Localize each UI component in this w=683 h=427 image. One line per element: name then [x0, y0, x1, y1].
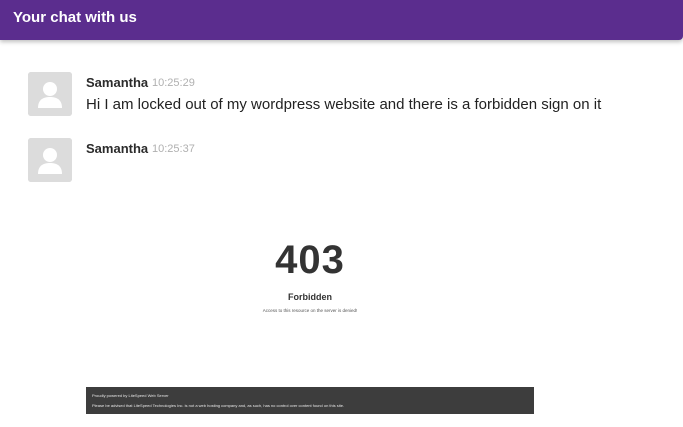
attachment-footer: Proudly powered by LiteSpeed Web Server … — [86, 387, 534, 414]
message-sender: Samantha — [86, 141, 149, 156]
user-silhouette-icon — [28, 138, 72, 182]
attachment-error-code: 403 — [275, 238, 345, 282]
user-silhouette-icon — [28, 72, 72, 116]
attachment-footer-line: Please be advised that LiteSpeed Technol… — [92, 403, 345, 408]
attachment-error-title: Forbidden — [288, 292, 332, 302]
attachment-image[interactable]: 403 Forbidden Access to this resource on… — [86, 165, 534, 414]
message-timestamp: 10:25:37 — [152, 143, 195, 155]
avatar — [28, 72, 72, 116]
message-timestamp: 10:25:29 — [152, 77, 195, 89]
message-sender: Samantha — [86, 75, 149, 90]
message-text: Hi I am locked out of my wordpress websi… — [86, 96, 602, 113]
chat-header: Your chat with us — [0, 0, 683, 40]
attachment-footer-line: Proudly powered by LiteSpeed Web Server — [92, 393, 169, 398]
chat-header-title: Your chat with us — [13, 9, 137, 26]
avatar — [28, 138, 72, 182]
attachment-error-description: Access to this resource on the server is… — [262, 308, 358, 313]
